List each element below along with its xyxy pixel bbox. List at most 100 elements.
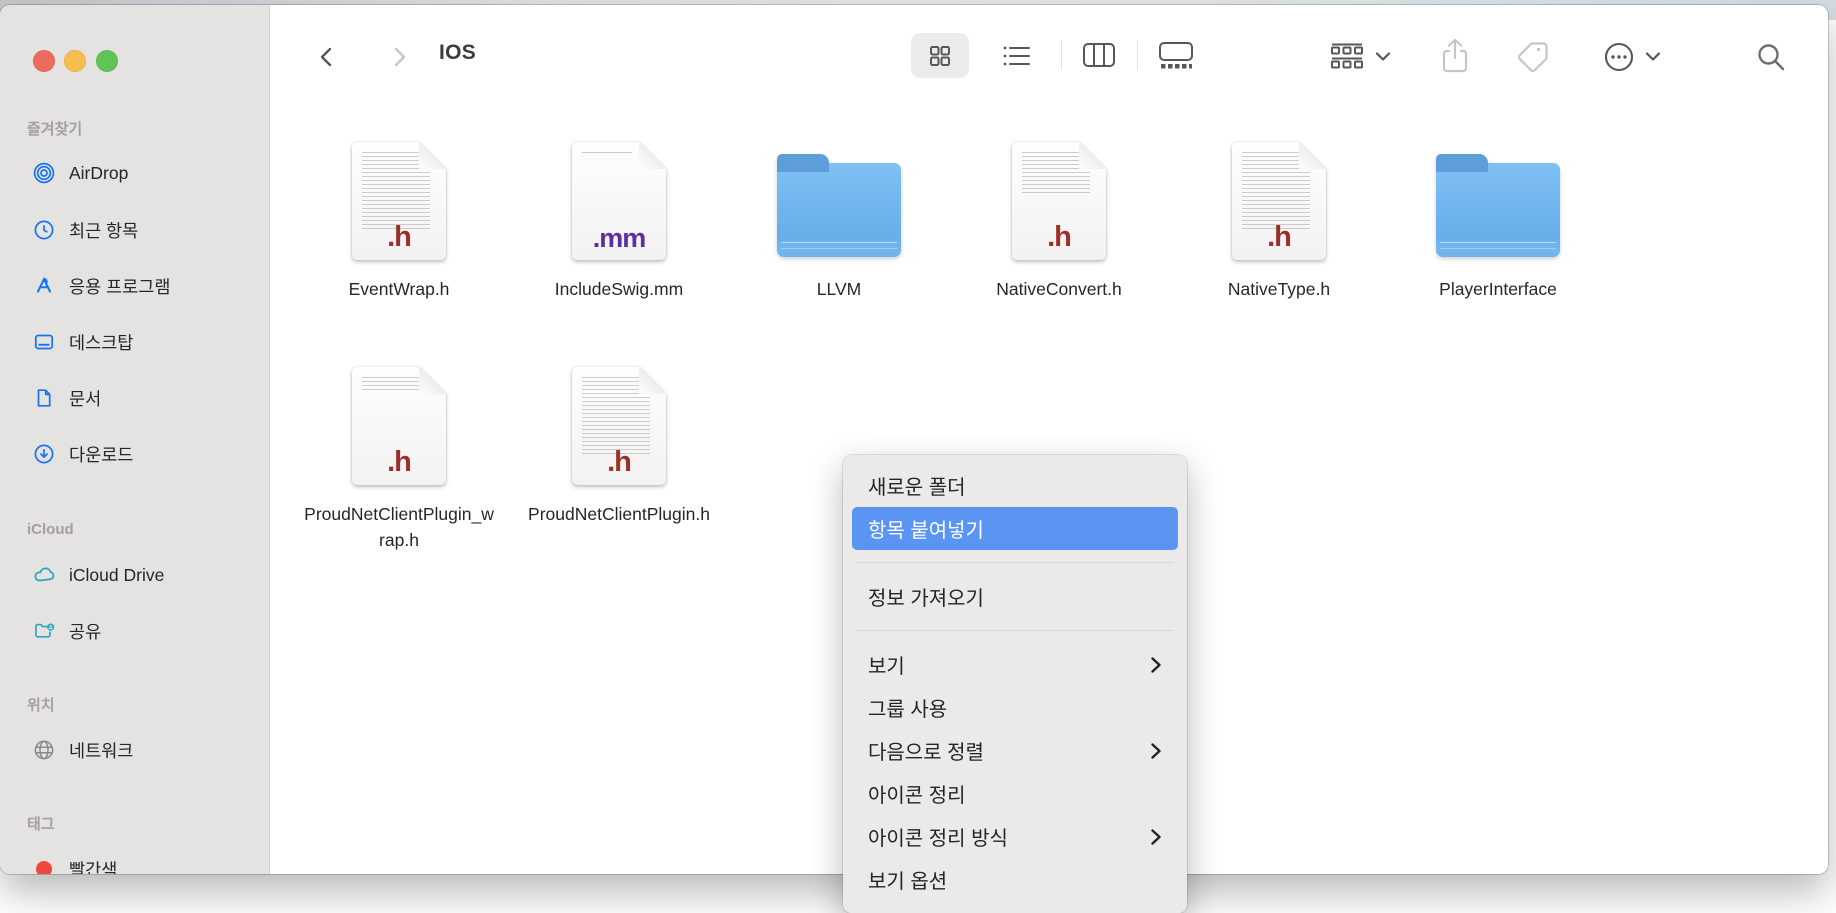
sidebar-item-label: 문서 [69, 386, 101, 411]
file-name: ProudNetClientPlugin_wrap.h [299, 501, 499, 553]
file-extension: .mm [572, 223, 666, 254]
sidebar-item-label: iCloud Drive [69, 565, 164, 586]
list-view-button[interactable] [999, 41, 1035, 71]
file-extension: .h [352, 446, 446, 479]
sidebar-section-icloud: iCloud [27, 518, 259, 540]
sidebar-item-tag-red[interactable]: 빨간색 [22, 853, 259, 874]
sidebar: 즐겨찾기 AirDrop 최근 항목 응용 프로그램 [0, 5, 270, 874]
file-proudnet-wrap[interactable]: .h ProudNetClientPlugin_wrap.h [299, 363, 499, 553]
folder-icon [777, 163, 901, 257]
file-eventwrap[interactable]: .h EventWrap.h [299, 138, 499, 302]
objc-file-icon: .mm [572, 142, 666, 260]
sidebar-item-network[interactable]: 네트워크 [22, 734, 259, 766]
sidebar-item-downloads[interactable]: 다운로드 [22, 438, 259, 470]
sidebar-item-label: 공유 [69, 619, 101, 644]
gallery-view-button[interactable] [1155, 39, 1197, 71]
menu-item-label: 정보 가져오기 [868, 582, 984, 611]
close-button[interactable] [33, 50, 55, 72]
chevron-down-icon[interactable] [1643, 49, 1663, 63]
file-nativetype[interactable]: .h NativeType.h [1179, 138, 1379, 302]
file-includeswig[interactable]: .mm IncludeSwig.mm [519, 138, 719, 302]
menu-separator [856, 562, 1174, 563]
menu-item-label: 다음으로 정렬 [868, 736, 984, 765]
download-icon [32, 442, 56, 466]
file-name: LLVM [739, 276, 939, 302]
menu-item-clean-up-by[interactable]: 아이콘 정리 방식 [852, 815, 1178, 858]
sidebar-item-label: 최근 항목 [69, 218, 138, 243]
menu-item-label: 그룹 사용 [868, 693, 947, 722]
back-button[interactable] [311, 41, 343, 73]
minimize-button[interactable] [64, 50, 86, 72]
menu-item-new-folder[interactable]: 새로운 폴더 [852, 464, 1178, 507]
zoom-button[interactable] [96, 50, 118, 72]
share-button[interactable] [1437, 35, 1473, 77]
file-name: IncludeSwig.mm [519, 276, 719, 302]
menu-item-label: 항목 붙여넣기 [868, 514, 984, 543]
red-tag-icon [32, 857, 56, 874]
file-nativeconvert[interactable]: .h NativeConvert.h [959, 138, 1159, 302]
file-name: EventWrap.h [299, 276, 499, 302]
file-proudnet[interactable]: .h ProudNetClientPlugin.h [519, 363, 719, 527]
sidebar-item-airdrop[interactable]: AirDrop [22, 157, 259, 189]
folder-llvm[interactable]: LLVM [739, 138, 939, 302]
file-extension: .h [352, 221, 446, 254]
menu-item-clean-up[interactable]: 아이콘 정리 [852, 772, 1178, 815]
file-extension: .h [572, 446, 666, 479]
submenu-chevron-icon [1150, 828, 1162, 846]
folder-icon [1436, 163, 1560, 257]
header-file-icon: .h [572, 367, 666, 485]
sidebar-section-tags: 태그 [27, 812, 259, 834]
header-file-icon: .h [1232, 142, 1326, 260]
menu-item-paste[interactable]: 항목 붙여넣기 [852, 507, 1178, 550]
icon-view-button[interactable] [911, 33, 969, 78]
more-actions-button[interactable] [1601, 39, 1637, 75]
header-file-icon: .h [1012, 142, 1106, 260]
menu-item-label: 보기 옵션 [868, 865, 947, 894]
tags-button[interactable] [1513, 37, 1553, 77]
menu-item-sort-by[interactable]: 다음으로 정렬 [852, 729, 1178, 772]
menu-item-use-groups[interactable]: 그룹 사용 [852, 686, 1178, 729]
sidebar-item-shared[interactable]: 공유 [22, 615, 259, 647]
menu-item-get-info[interactable]: 정보 가져오기 [852, 575, 1178, 618]
sidebar-item-label: AirDrop [69, 163, 128, 184]
sidebar-item-recents[interactable]: 최근 항목 [22, 214, 259, 246]
group-by-button[interactable] [1327, 39, 1367, 73]
header-file-icon: .h [352, 367, 446, 485]
column-view-button[interactable] [1079, 39, 1119, 71]
menu-item-show-view-options[interactable]: 보기 옵션 [852, 858, 1178, 901]
sidebar-section-favorites: 즐겨찾기 [27, 117, 259, 139]
sidebar-item-icloud-drive[interactable]: iCloud Drive [22, 559, 259, 591]
chevron-down-icon[interactable] [1373, 49, 1393, 63]
clock-icon [32, 218, 56, 242]
toolbar-separator [1137, 40, 1138, 70]
file-name: NativeType.h [1179, 276, 1379, 302]
forward-button[interactable] [383, 41, 415, 73]
menu-item-label: 아이콘 정리 [868, 779, 966, 808]
file-name: ProudNetClientPlugin.h [519, 501, 719, 527]
desktop-icon [32, 330, 56, 354]
submenu-chevron-icon [1150, 656, 1162, 674]
window-title: IOS [439, 41, 476, 65]
airdrop-icon [32, 161, 56, 185]
sidebar-item-documents[interactable]: 문서 [22, 382, 259, 414]
file-extension: .h [1232, 221, 1326, 254]
shared-folder-icon [32, 619, 56, 643]
menu-separator [856, 630, 1174, 631]
sidebar-item-label: 데스크탑 [69, 330, 133, 355]
sidebar-section-locations: 위치 [27, 693, 259, 715]
appstore-icon [32, 274, 56, 298]
sidebar-item-desktop[interactable]: 데스크탑 [22, 326, 259, 358]
sidebar-item-label: 빨간색 [69, 857, 117, 875]
menu-item-view[interactable]: 보기 [852, 643, 1178, 686]
file-name: NativeConvert.h [959, 276, 1159, 302]
submenu-chevron-icon [1150, 742, 1162, 760]
search-button[interactable] [1753, 39, 1789, 75]
menu-item-label: 보기 [868, 650, 905, 679]
file-extension: .h [1012, 221, 1106, 254]
sidebar-item-applications[interactable]: 응용 프로그램 [22, 270, 259, 302]
sidebar-item-label: 네트워크 [69, 738, 133, 763]
folder-playerinterface[interactable]: PlayerInterface [1398, 138, 1598, 302]
document-icon [32, 386, 56, 410]
toolbar-separator [1061, 40, 1062, 70]
file-name: PlayerInterface [1398, 276, 1598, 302]
